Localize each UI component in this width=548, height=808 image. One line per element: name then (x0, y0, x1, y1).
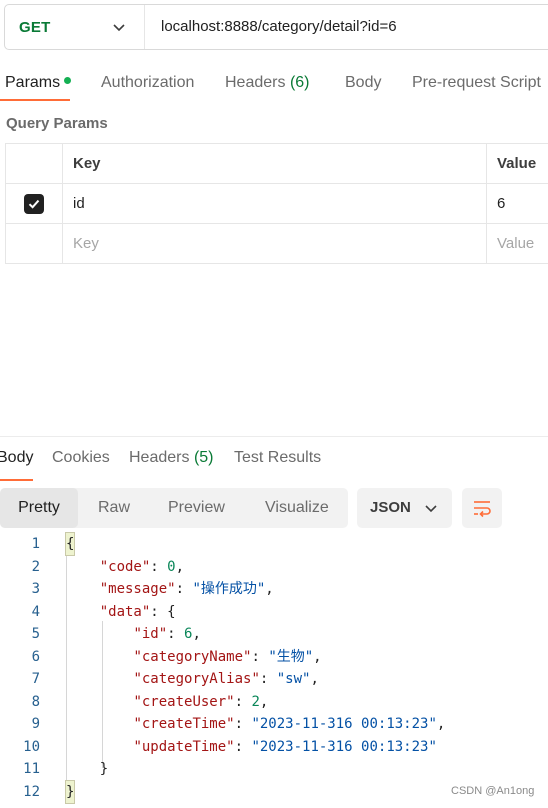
code-text: "data": { (99, 603, 176, 620)
tab-params-label: Params (5, 74, 61, 91)
url-input[interactable]: localhost:8888/category/detail?id=6 (161, 18, 397, 35)
request-tabs: Params Authorization Headers (6) Body Pr… (0, 68, 548, 102)
tab-response-headers-count: (5) (193, 449, 214, 466)
line-number: 2 (31, 558, 40, 575)
query-params-title: Query Params (6, 115, 108, 132)
wrap-lines-button[interactable] (462, 488, 502, 528)
code-text: } (66, 761, 109, 777)
code-line: 10 "updateTime": "2023-11-316 00:13:23" (0, 736, 548, 758)
code-line: 4 "data": { (0, 601, 548, 623)
code-text: "id": 6, (133, 626, 201, 642)
line-number: 6 (31, 648, 40, 665)
param-enabled-checkbox[interactable] (24, 193, 44, 214)
view-mode-visualize[interactable]: Visualize (265, 488, 329, 528)
new-value-input[interactable]: Value (486, 223, 548, 264)
column-header-value: Value (486, 143, 548, 184)
code-line: 3 "message": "操作成功", (0, 578, 548, 600)
code-line: 8 "createUser": 2, (0, 691, 548, 713)
code-line: 11 } (0, 758, 548, 780)
code-line: 6 "categoryName": "生物", (0, 646, 548, 668)
chevron-down-icon (425, 505, 437, 513)
table-row: id 6 (5, 183, 548, 224)
table-header-row: Key Value (5, 143, 548, 184)
format-label: JSON (370, 499, 411, 516)
line-number: 1 (31, 536, 40, 552)
response-tabs: Body Cookies Headers (5) Test Results (0, 448, 548, 478)
line-number: 11 (23, 761, 40, 777)
line-number: 9 (31, 716, 40, 732)
response-divider[interactable] (0, 436, 548, 437)
param-value-cell[interactable]: 6 (486, 183, 548, 224)
code-text: "updateTime": "2023-11-316 00:13:23" (133, 738, 437, 755)
code-text: "createUser": 2, (133, 693, 269, 710)
wrap-lines-icon (474, 501, 491, 518)
code-text: "createTime": "2023-11-316 00:13:23", (133, 716, 446, 732)
code-text: "categoryAlias": "sw", (133, 671, 319, 687)
param-key-cell[interactable]: id (62, 183, 487, 224)
tab-headers-count: (6) (289, 74, 310, 91)
row-checkbox-cell (5, 183, 63, 224)
tab-headers-label: Headers (225, 74, 286, 91)
query-params-table: Key Value id 6 Key Value (5, 143, 548, 264)
code-text: "code": 0, (99, 558, 185, 575)
active-tab-indicator (0, 99, 70, 101)
view-mode-preview[interactable]: Preview (168, 488, 225, 528)
view-mode-raw[interactable]: Raw (98, 488, 130, 528)
code-text: { (64, 532, 76, 556)
empty-checkbox-cell (5, 223, 63, 264)
response-active-tab-indicator (0, 479, 33, 481)
code-text: } (64, 779, 76, 804)
params-active-dot-icon (64, 77, 72, 85)
method-selector[interactable]: GET (5, 5, 145, 49)
view-mode-pretty[interactable]: Pretty (0, 488, 78, 528)
code-line: 5 "id": 6, (0, 623, 548, 645)
new-key-input[interactable]: Key (62, 223, 487, 264)
line-number: 12 (23, 783, 40, 800)
watermark: CSDN @An1ong (451, 785, 535, 797)
tab-response-headers[interactable]: Headers (5) (129, 449, 214, 467)
tab-headers[interactable]: Headers (6) (225, 74, 310, 92)
line-number: 8 (31, 693, 40, 710)
code-text: "categoryName": "生物", (133, 648, 322, 665)
line-number: 4 (31, 603, 40, 620)
format-selector[interactable]: JSON (357, 488, 452, 528)
column-header-key: Key (62, 143, 487, 184)
tab-cookies[interactable]: Cookies (52, 449, 110, 467)
tab-pre-request-script[interactable]: Pre-request Script (412, 74, 541, 92)
line-number: 7 (31, 671, 40, 687)
chevron-down-icon (113, 24, 125, 32)
view-mode-segmented-control: Pretty Raw Preview Visualize (0, 488, 348, 528)
method-label: GET (19, 19, 51, 36)
line-number: 5 (31, 626, 40, 642)
code-line: 7 "categoryAlias": "sw", (0, 668, 548, 690)
line-number: 10 (23, 738, 40, 755)
checkmark-icon (28, 199, 40, 209)
code-text: "message": "操作成功", (99, 581, 274, 597)
header-checkbox-cell (5, 143, 63, 184)
line-number: 3 (31, 581, 40, 597)
request-url-bar: GET localhost:8888/category/detail?id=6 (4, 4, 548, 50)
tab-response-body[interactable]: Body (0, 449, 33, 467)
code-line: 9 "createTime": "2023-11-316 00:13:23", (0, 713, 548, 735)
code-line: 2 "code": 0, (0, 556, 548, 578)
table-row-empty: Key Value (5, 223, 548, 264)
tab-params[interactable]: Params (5, 74, 72, 92)
tab-test-results[interactable]: Test Results (234, 449, 321, 467)
tab-body[interactable]: Body (345, 74, 381, 92)
tab-response-headers-label: Headers (129, 449, 190, 466)
tab-authorization[interactable]: Authorization (101, 74, 194, 92)
code-line: 1 { (0, 532, 548, 556)
